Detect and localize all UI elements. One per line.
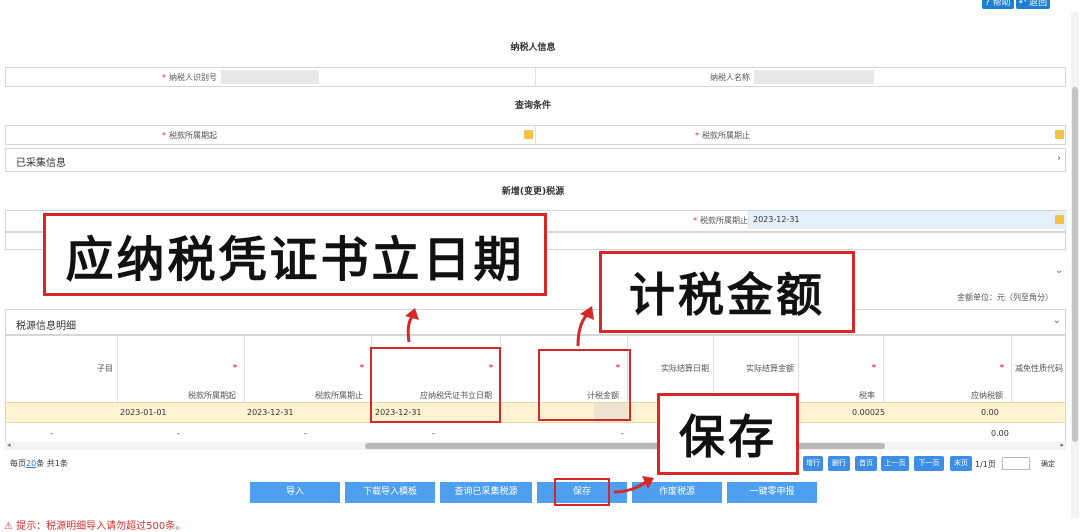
page-number-input[interactable]	[1002, 457, 1030, 470]
col-header: * 应纳税额	[884, 336, 1012, 402]
highlight-tax-amount-column	[538, 349, 631, 421]
import-tip: ⚠ 提示：税源明细导入请勿超过500条。	[4, 521, 186, 532]
table-cell: -	[621, 429, 624, 438]
new-source-period-end-label: * 税款所属期止	[693, 216, 748, 225]
new-source-period-end-label-cell: * 税款所属期止	[536, 211, 749, 229]
arrow-right-icon	[613, 476, 654, 494]
zero-declare-button[interactable]: 一键零申报	[727, 482, 817, 503]
calendar-icon[interactable]	[1055, 215, 1064, 224]
table-row[interactable]: - - - - - 0.00	[6, 424, 1065, 442]
table-cell: 0.00	[991, 429, 1009, 438]
table-cell[interactable]: 0.00025	[852, 408, 885, 417]
section-title-new-source: 新增(变更)税源	[501, 187, 565, 197]
scrollbar-thumb[interactable]	[365, 443, 885, 449]
table-row[interactable]: 2023-01-01 2023-12-31 2023-12-31 0.00025…	[6, 402, 1065, 423]
taxpayer-name-value-redacted	[754, 70, 874, 84]
new-source-period-end-value: 2023-12-31	[753, 215, 800, 224]
table-cell: -	[50, 429, 53, 438]
collected-info-title: 已采集信息	[16, 158, 66, 169]
collected-info-panel[interactable]: 已采集信息 ›	[5, 148, 1066, 172]
help-label: 帮助	[992, 0, 1011, 8]
chevron-down-icon[interactable]: ⌄	[1055, 258, 1063, 277]
back-label: 返回	[1029, 0, 1048, 8]
amount-unit-note: 金额单位：元（列至角分）	[957, 293, 1053, 302]
page-scrollbar[interactable]	[1071, 12, 1079, 518]
back-button[interactable]: ↶ 返回	[1015, 0, 1051, 9]
download-template-button[interactable]: 下载导入模板	[345, 482, 435, 503]
new-source-period-end-input[interactable]: 2023-12-31	[749, 211, 1067, 229]
taxpayer-id-label: * 纳税人识别号	[162, 73, 217, 82]
query-row: * 税款所属期起 * 税款所属期止	[5, 125, 1066, 145]
prev-page-button[interactable]: 上一页	[881, 456, 909, 471]
query-period-start-cell[interactable]: * 税款所属期起	[6, 126, 536, 144]
chevron-right-icon[interactable]: ›	[1057, 153, 1061, 164]
table-cell: -	[304, 429, 307, 438]
delete-row-button[interactable]: 删行	[828, 456, 850, 471]
scroll-right-icon[interactable]: ▸	[1060, 441, 1064, 449]
top-toolbar: ? 帮助 ↶ 返回	[982, 0, 1074, 10]
taxpayer-id-cell: * 纳税人识别号	[6, 68, 536, 86]
table-cell[interactable]: 0.00	[981, 408, 999, 417]
per-page-link[interactable]: 20	[26, 459, 36, 468]
table-cell: -	[177, 429, 180, 438]
help-button[interactable]: ? 帮助	[982, 0, 1014, 9]
callout-tax-amount: 计税金额	[599, 251, 855, 333]
table-cell: -	[432, 429, 435, 438]
page-confirm-button[interactable]: 确定	[1041, 459, 1055, 469]
chevron-down-icon[interactable]: ⌄	[1053, 315, 1061, 326]
taxpayer-info-row: * 纳税人识别号 纳税人名称	[5, 67, 1066, 87]
arrow-up-icon	[576, 306, 594, 347]
section-title-query: 查询条件	[514, 101, 551, 111]
next-page-button[interactable]: 下一页	[914, 456, 944, 471]
page-scrollbar-thumb[interactable]	[1072, 87, 1078, 442]
calendar-icon[interactable]	[524, 130, 533, 139]
detail-panel-title: 税源信息明细	[16, 321, 76, 332]
arrow-up-icon	[405, 308, 419, 343]
table-horizontal-scrollbar[interactable]: ◂ ▸	[5, 441, 1066, 450]
col-header: * 税率	[799, 336, 884, 402]
query-period-end-cell[interactable]: * 税款所属期止	[536, 126, 1067, 144]
tax-source-table: 子目 * 税款所属期起 * 税款所属期止 * 应纳税凭证书立日期 * 计税金额 实际结算…	[5, 335, 1066, 443]
section-title-taxpayer: 纳税人信息	[510, 43, 556, 53]
col-header: 减免性质代码	[1015, 364, 1063, 373]
col-header: 子目	[6, 336, 118, 402]
taxpayer-name-cell: 纳税人名称	[536, 68, 1067, 86]
table-cell[interactable]: 2023-01-01	[120, 408, 167, 417]
add-row-button[interactable]: 增行	[803, 456, 823, 471]
first-page-button[interactable]: 首页	[855, 456, 877, 471]
pager-summary: 每页20条 共1条	[10, 459, 68, 468]
page-info: 1/1页	[975, 460, 996, 469]
callout-save: 保存	[657, 393, 799, 475]
highlight-save-button	[554, 478, 610, 506]
scroll-left-icon[interactable]: ◂	[7, 441, 11, 449]
taxpayer-id-value-redacted	[221, 70, 319, 84]
highlight-doc-date-column	[370, 347, 501, 423]
calendar-icon[interactable]	[1055, 130, 1064, 139]
taxpayer-name-label: 纳税人名称	[710, 73, 750, 82]
table-cell[interactable]: 2023-12-31	[247, 408, 294, 417]
callout-doc-date: 应纳税凭证书立日期	[43, 213, 547, 296]
detail-panel-header[interactable]: 税源信息明细 ⌄	[5, 309, 1066, 335]
query-collected-button[interactable]: 查询已采集税源	[440, 482, 532, 503]
import-button[interactable]: 导入	[250, 482, 340, 503]
query-period-start-label: * 税款所属期起	[162, 131, 217, 140]
col-header: * 税款所属期起	[118, 336, 245, 402]
col-header: * 税款所属期止	[245, 336, 372, 402]
query-period-end-label: * 税款所属期止	[695, 131, 750, 140]
last-page-button[interactable]: 末页	[950, 456, 972, 471]
